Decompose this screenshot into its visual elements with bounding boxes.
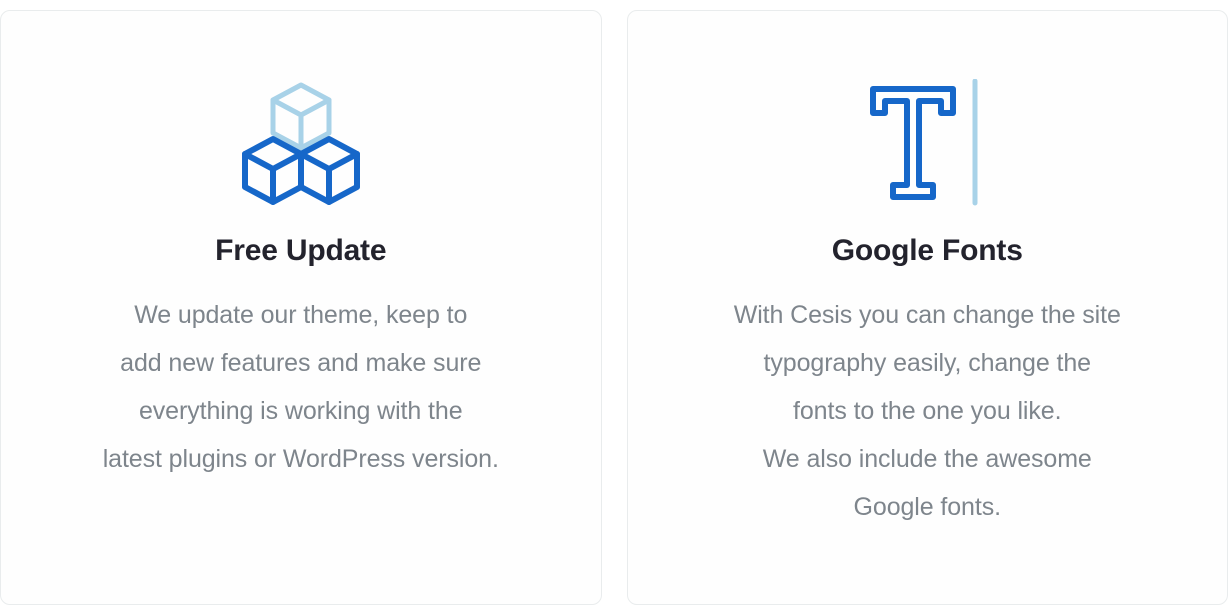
stacked-cubes-icon (241, 73, 361, 213)
card-description-line: typography easily, change the (763, 349, 1092, 377)
feature-card-grid: Free Update We update our theme, keep to… (0, 0, 1232, 616)
feature-card-google-fonts[interactable]: Google Fonts With Cesis you can change t… (626, 10, 1228, 605)
card-title: Free Update (215, 234, 387, 267)
card-description-line: latest plugins or WordPress version. (102, 445, 499, 473)
card-description-line: Google fonts. (853, 493, 1002, 521)
card-description-line: add new features and make sure (120, 349, 482, 377)
card-description-line: We also include the awesome (762, 445, 1092, 473)
typography-letter-t-icon (867, 73, 987, 213)
card-description-line: With Cesis you can change the site (733, 301, 1121, 329)
card-description-line: We update our theme, keep to (134, 301, 468, 329)
card-description-line: everything is working with the (138, 397, 463, 425)
feature-card-free-update[interactable]: Free Update We update our theme, keep to… (0, 10, 602, 605)
card-description: With Cesis you can change the site typog… (734, 291, 1121, 531)
card-description: We update our theme, keep to add new fea… (103, 291, 499, 483)
card-title: Google Fonts (831, 234, 1023, 267)
card-description-line: fonts to the one you like. (793, 397, 1062, 425)
